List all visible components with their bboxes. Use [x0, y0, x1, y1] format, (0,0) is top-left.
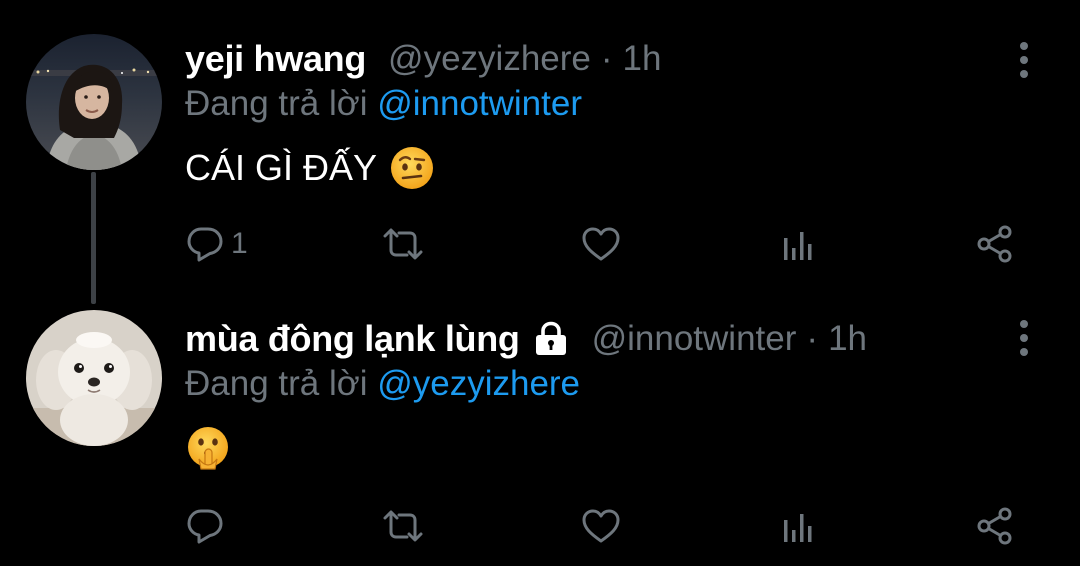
replying-to-label: Đang trả lời: [185, 84, 368, 123]
share-icon: [977, 507, 1012, 545]
reply-count: 1: [231, 227, 248, 260]
retweet-button[interactable]: [381, 222, 431, 266]
avatar[interactable]: [26, 310, 162, 446]
reply-button[interactable]: [185, 504, 231, 548]
analytics-button[interactable]: [779, 222, 819, 266]
like-button[interactable]: [581, 222, 627, 266]
analytics-button[interactable]: [779, 504, 819, 548]
replying-to-label: Đang trả lời: [185, 364, 368, 403]
mention-link[interactable]: @yezyizhere: [377, 364, 580, 403]
tweet-text: [185, 424, 231, 472]
tweet-text-content: CÁI GÌ ĐẤY: [185, 147, 378, 188]
avatar[interactable]: [26, 34, 162, 170]
user-handle[interactable]: @yezyizhere: [388, 39, 591, 79]
tweet[interactable]: mùa đông lạnk lùng @innotwinter · 1h Đan…: [0, 300, 1080, 566]
tweet-header: mùa đông lạnk lùng @innotwinter · 1h: [185, 316, 867, 362]
display-name[interactable]: mùa đông lạnk lùng: [185, 318, 520, 360]
face-with-raised-eyebrow-icon: [389, 145, 435, 191]
retweet-button[interactable]: [381, 504, 431, 548]
tweet-actions: 1: [185, 222, 1025, 266]
girl-portrait-avatar: [26, 34, 162, 170]
timestamp[interactable]: 1h: [623, 39, 662, 79]
reply-icon: [187, 509, 223, 544]
timestamp[interactable]: 1h: [828, 319, 867, 359]
lock-icon: [532, 321, 570, 357]
more-options-button[interactable]: [1014, 40, 1034, 80]
replying-to: Đang trả lời @innotwinter: [185, 84, 582, 124]
shushing-face-icon: [185, 425, 231, 471]
replying-to: Đang trả lời @yezyizhere: [185, 364, 580, 404]
analytics-icon: [784, 232, 812, 260]
tweet-header: yeji hwang @yezyizhere · 1h: [185, 36, 661, 82]
share-icon: [977, 225, 1012, 263]
dot-icon: [1020, 348, 1028, 356]
share-button[interactable]: [975, 222, 1015, 266]
dot-icon: [1020, 334, 1028, 342]
more-options-button[interactable]: [1014, 318, 1034, 358]
dot-icon: [1020, 56, 1028, 64]
tweet-actions: [185, 504, 1025, 548]
mention-link[interactable]: @innotwinter: [377, 84, 582, 123]
user-handle[interactable]: @innotwinter: [592, 319, 797, 359]
reply-button[interactable]: 1: [185, 222, 248, 266]
dot-icon: [1020, 320, 1028, 328]
reply-icon: [187, 227, 223, 262]
tweet[interactable]: yeji hwang @yezyizhere · 1h Đang trả lời…: [0, 0, 1080, 304]
dot-icon: [1020, 42, 1028, 50]
share-button[interactable]: [975, 504, 1015, 548]
separator-dot: ·: [806, 319, 819, 358]
heart-icon: [582, 227, 620, 261]
like-button[interactable]: [581, 504, 627, 548]
display-name[interactable]: yeji hwang: [185, 38, 366, 80]
white-puppy-avatar: [26, 310, 162, 446]
heart-icon: [582, 509, 620, 543]
thread-connector-line: [91, 172, 96, 304]
retweet-icon: [383, 510, 423, 542]
tweet-text: CÁI GÌ ĐẤY: [185, 144, 435, 192]
analytics-icon: [784, 514, 812, 542]
separator-dot: ·: [600, 39, 613, 78]
dot-icon: [1020, 70, 1028, 78]
retweet-icon: [383, 228, 423, 260]
